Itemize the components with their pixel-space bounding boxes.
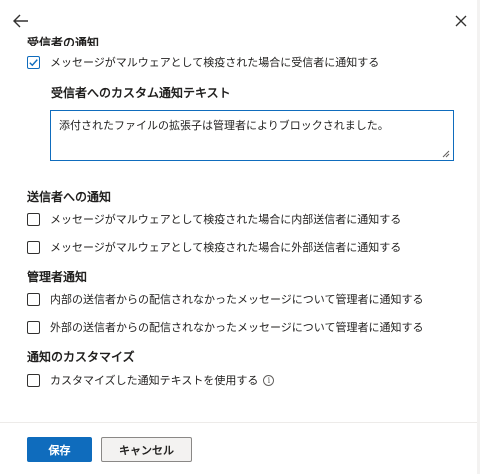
use-custom-text-row[interactable]: カスタマイズした通知テキストを使用する i bbox=[27, 370, 275, 390]
notify-internal-sender-row[interactable]: メッセージがマルウェアとして検疫された場合に内部送信者に通知する bbox=[27, 209, 401, 229]
notify-admin-internal-row[interactable]: 内部の送信者からの配信されなかったメッセージについて管理者に通知する bbox=[27, 289, 423, 309]
recipient-section-title: 受信者の通知 bbox=[27, 36, 100, 46]
notify-internal-sender-label: メッセージがマルウェアとして検疫された場合に内部送信者に通知する bbox=[50, 213, 402, 226]
panel-footer: 保存 キャンセル bbox=[0, 422, 480, 475]
notify-admin-external-label: 外部の送信者からの配信されなかったメッセージについて管理者に通知する bbox=[50, 321, 424, 334]
sender-section-title: 送信者への通知 bbox=[27, 190, 112, 204]
arrow-left-icon bbox=[13, 14, 28, 28]
quarantine-notification-panel: 受信者の通知 メッセージがマルウェアとして検疫された場合に受信者に通知する 受信… bbox=[0, 0, 480, 475]
checkmark-icon bbox=[29, 58, 38, 66]
notify-internal-sender-checkbox[interactable] bbox=[27, 212, 40, 226]
custom-text-label: 受信者へのカスタム通知テキスト bbox=[51, 86, 231, 100]
resize-grip-icon[interactable] bbox=[442, 150, 450, 158]
notify-recipient-label: メッセージがマルウェアとして検疫された場合に受信者に通知する bbox=[50, 56, 380, 69]
panel-content[interactable]: 受信者の通知 メッセージがマルウェアとして検疫された場合に受信者に通知する 受信… bbox=[0, 32, 480, 422]
save-button[interactable]: 保存 bbox=[27, 437, 92, 462]
notify-recipient-checkbox-row[interactable]: メッセージがマルウェアとして検疫された場合に受信者に通知する bbox=[27, 52, 379, 72]
use-custom-text-label: カスタマイズした通知テキストを使用する bbox=[50, 374, 259, 387]
notify-external-sender-label: メッセージがマルウェアとして検疫された場合に外部送信者に通知する bbox=[50, 241, 402, 254]
cancel-button[interactable]: キャンセル bbox=[101, 437, 192, 462]
close-button[interactable] bbox=[450, 10, 472, 32]
notify-recipient-checkbox[interactable] bbox=[27, 55, 40, 69]
notify-external-sender-checkbox[interactable] bbox=[27, 240, 40, 254]
customize-section-title: 通知のカスタマイズ bbox=[27, 350, 135, 364]
notify-admin-internal-label: 内部の送信者からの配信されなかったメッセージについて管理者に通知する bbox=[50, 293, 424, 306]
back-button[interactable] bbox=[10, 10, 32, 32]
notify-external-sender-row[interactable]: メッセージがマルウェアとして検疫された場合に外部送信者に通知する bbox=[27, 237, 401, 257]
notify-admin-external-checkbox[interactable] bbox=[27, 320, 40, 334]
notify-admin-external-row[interactable]: 外部の送信者からの配信されなかったメッセージについて管理者に通知する bbox=[27, 317, 423, 337]
close-icon bbox=[455, 15, 467, 27]
custom-notification-textarea[interactable]: 添付されたファイルの拡張子は管理者によりブロックされました。 bbox=[50, 110, 454, 161]
info-icon[interactable]: i bbox=[263, 374, 275, 386]
admin-section-title: 管理者通知 bbox=[27, 270, 88, 284]
use-custom-text-checkbox[interactable] bbox=[27, 373, 40, 387]
notify-admin-internal-checkbox[interactable] bbox=[27, 292, 40, 306]
